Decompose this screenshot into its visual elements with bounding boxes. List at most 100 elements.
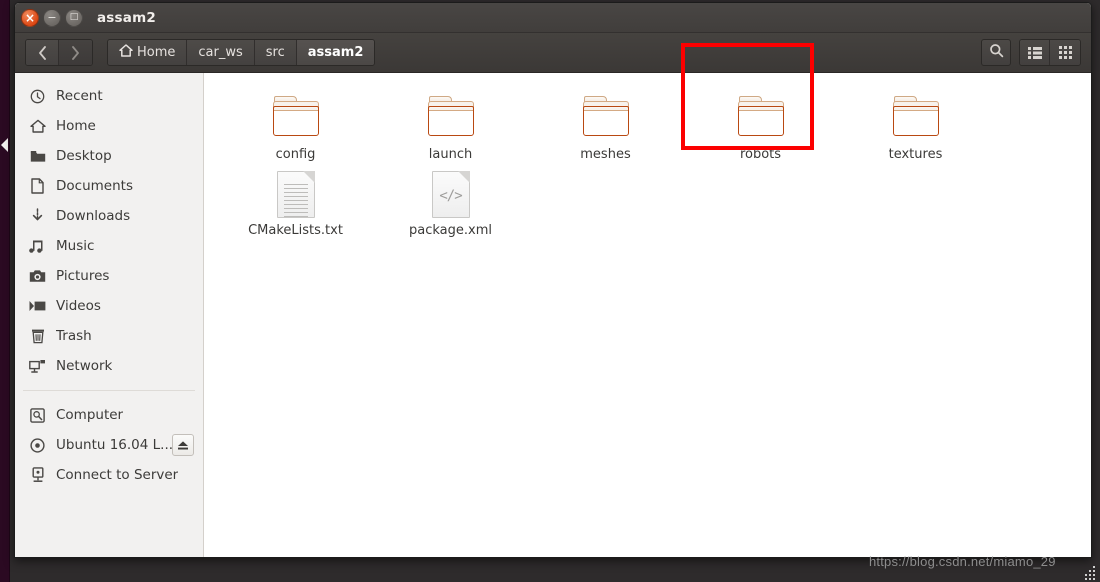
close-button[interactable]: × xyxy=(21,8,39,27)
back-button[interactable] xyxy=(26,40,59,65)
search-icon xyxy=(989,43,1004,62)
toolbar-actions xyxy=(981,39,1081,66)
sidebar-item-label: Documents xyxy=(56,178,133,194)
folder-icon xyxy=(29,148,46,165)
sidebar-item-pictures[interactable]: Pictures xyxy=(15,261,203,291)
code-file-icon: </> xyxy=(427,171,475,219)
sidebar-item-desktop[interactable]: Desktop xyxy=(15,141,203,171)
list-view-icon xyxy=(1027,44,1042,63)
breadcrumb-label: assam2 xyxy=(307,45,364,60)
trash-icon xyxy=(29,328,46,345)
video-icon xyxy=(29,298,46,315)
download-icon xyxy=(29,208,46,225)
sidebar-item-documents[interactable]: Documents xyxy=(15,171,203,201)
sidebar-item-label: Music xyxy=(56,238,95,254)
file-item-label: config xyxy=(275,147,316,162)
maximize-button[interactable]: □ xyxy=(65,8,83,27)
navigation-buttons xyxy=(25,39,93,66)
sidebar-item-label: Trash xyxy=(56,328,92,344)
sidebar-item-label: Desktop xyxy=(56,148,112,164)
sidebar-item-recent[interactable]: Recent xyxy=(15,81,203,111)
sidebar-item-label: Downloads xyxy=(56,208,131,224)
sidebar-item-label: Network xyxy=(56,358,113,374)
file-item-package-xml[interactable]: </> package.xml xyxy=(373,169,528,245)
file-manager-window: × − □ assam2 Home car_ws src assam2 Rece… xyxy=(14,2,1092,558)
document-icon xyxy=(29,178,46,195)
unity-launcher-edge[interactable] xyxy=(0,0,10,582)
computer-icon xyxy=(29,407,46,424)
window-body: Recent Home Desktop Documents Downloads … xyxy=(15,73,1091,557)
folder-icon xyxy=(427,95,475,143)
folder-icon xyxy=(737,95,785,143)
screen: × − □ assam2 Home car_ws src assam2 Rece… xyxy=(0,0,1100,582)
clock-icon xyxy=(29,88,46,105)
sidebar-item-trash[interactable]: Trash xyxy=(15,321,203,351)
breadcrumb: Home car_ws src assam2 xyxy=(107,39,376,66)
file-item-label: package.xml xyxy=(409,223,492,238)
file-item-label: robots xyxy=(739,147,782,162)
file-item-label: CMakeLists.txt xyxy=(248,223,343,238)
sidebar-item-ubuntu-disc[interactable]: Ubuntu 16.04 L... xyxy=(15,430,203,460)
network-icon xyxy=(29,358,46,375)
sidebar-item-computer[interactable]: Computer xyxy=(15,400,203,430)
search-button[interactable] xyxy=(981,39,1011,66)
breadcrumb-item-car-ws[interactable]: car_ws xyxy=(187,40,255,65)
file-item-launch[interactable]: launch xyxy=(373,93,528,169)
toolbar: Home car_ws src assam2 xyxy=(15,33,1091,73)
breadcrumb-item-home[interactable]: Home xyxy=(108,40,188,65)
file-item-meshes[interactable]: meshes xyxy=(528,93,683,169)
icon-grid: config launch meshes robots textures CMa… xyxy=(218,93,1091,245)
sidebar-item-music[interactable]: Music xyxy=(15,231,203,261)
sidebar-item-downloads[interactable]: Downloads xyxy=(15,201,203,231)
sidebar-item-label: Ubuntu 16.04 L... xyxy=(56,437,174,453)
window-title: assam2 xyxy=(97,9,156,26)
launcher-reveal-arrow-icon xyxy=(1,138,8,152)
minimize-button[interactable]: − xyxy=(43,8,61,27)
sidebar-item-label: Computer xyxy=(56,407,124,423)
file-item-label: meshes xyxy=(580,147,631,162)
title-bar: × − □ assam2 xyxy=(15,3,1091,33)
grid-view-icon xyxy=(1058,44,1072,63)
disc-icon xyxy=(29,437,46,454)
sidebar-item-connect-to-server[interactable]: Connect to Server xyxy=(15,460,203,490)
resize-grip[interactable] xyxy=(1083,566,1097,580)
music-icon xyxy=(29,238,46,255)
view-mode-group xyxy=(1019,39,1081,66)
list-view-button[interactable] xyxy=(1020,40,1050,65)
breadcrumb-label: car_ws xyxy=(198,45,243,60)
file-item-config[interactable]: config xyxy=(218,93,373,169)
sidebar-item-label: Videos xyxy=(56,298,101,314)
window-controls: × − □ xyxy=(15,8,83,27)
sidebar-item-label: Home xyxy=(56,118,96,134)
file-item-textures[interactable]: textures xyxy=(838,93,993,169)
forward-button[interactable] xyxy=(59,40,92,65)
folder-icon xyxy=(582,95,630,143)
breadcrumb-label: Home xyxy=(137,45,176,60)
file-item-label: launch xyxy=(428,147,473,162)
sidebar-item-network[interactable]: Network xyxy=(15,351,203,381)
file-item-robots[interactable]: robots xyxy=(683,93,838,169)
folder-icon xyxy=(892,95,940,143)
eject-button[interactable] xyxy=(172,434,194,456)
sidebar-item-label: Recent xyxy=(56,88,103,104)
sidebar-item-label: Pictures xyxy=(56,268,110,284)
camera-icon xyxy=(29,268,46,285)
watermark-text: https://blog.csdn.net/miamo_29 xyxy=(869,554,1056,569)
home-icon xyxy=(119,44,133,61)
breadcrumb-label: src xyxy=(265,45,285,60)
file-list-view[interactable]: config launch meshes robots textures CMa… xyxy=(204,73,1091,557)
text-file-icon xyxy=(272,171,320,219)
sidebar: Recent Home Desktop Documents Downloads … xyxy=(15,73,204,557)
file-item-label: textures xyxy=(888,147,943,162)
sidebar-item-videos[interactable]: Videos xyxy=(15,291,203,321)
breadcrumb-item-assam2[interactable]: assam2 xyxy=(296,40,375,65)
sidebar-item-home[interactable]: Home xyxy=(15,111,203,141)
folder-icon xyxy=(272,95,320,143)
file-item-cmakelists[interactable]: CMakeLists.txt xyxy=(218,169,373,245)
server-icon xyxy=(29,467,46,484)
home-icon xyxy=(29,118,46,135)
grid-view-button[interactable] xyxy=(1050,40,1080,65)
sidebar-divider xyxy=(23,390,195,391)
breadcrumb-item-src[interactable]: src xyxy=(254,40,297,65)
sidebar-item-label: Connect to Server xyxy=(56,467,179,483)
